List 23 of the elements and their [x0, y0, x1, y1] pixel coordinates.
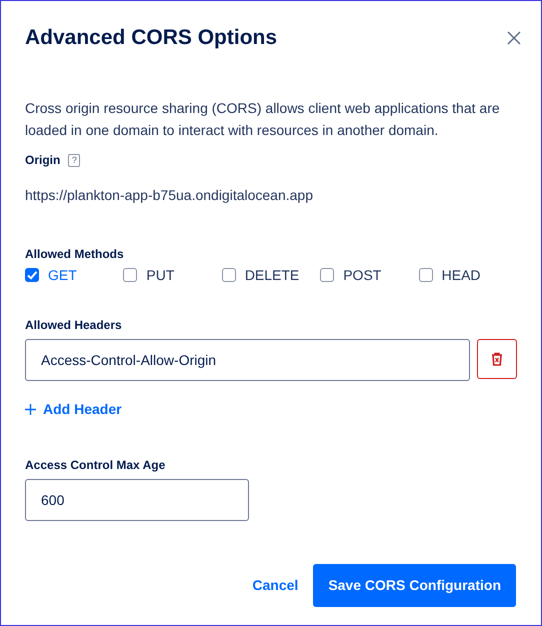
- allowed-headers-label: Allowed Headers: [25, 317, 123, 333]
- origin-value: https://plankton-app-b75ua.ondigitalocean.app: [25, 186, 314, 204]
- description-text: Cross origin resource sharing (CORS) allows client web applications that are loaded in one domain to interact with resources in another domain.: [25, 99, 501, 140]
- allowed-methods-label: Allowed Methods: [25, 246, 125, 262]
- method-checkbox[interactable]: PUT: [123, 266, 222, 284]
- max-age-label: Access Control Max Age: [25, 456, 166, 472]
- close-icon[interactable]: [507, 31, 521, 45]
- plus-icon: [25, 404, 36, 414]
- dialog-title: Advanced CORS Options: [25, 25, 278, 51]
- add-header-link[interactable]: Add Header: [25, 401, 122, 417]
- max-age-input[interactable]: 600: [25, 478, 249, 520]
- check-icon: [26, 269, 38, 281]
- origin-label: Origin: [25, 152, 60, 168]
- method-checkbox[interactable]: GET: [25, 266, 124, 284]
- header-input[interactable]: Access-Control-Allow-Origin: [25, 339, 470, 381]
- save-button[interactable]: Save CORS Configuration: [313, 564, 516, 606]
- method-checkbox[interactable]: POST: [320, 266, 419, 284]
- method-checkbox[interactable]: DELETE: [222, 266, 320, 284]
- cancel-button[interactable]: Cancel: [252, 573, 298, 597]
- method-checkbox[interactable]: HEAD: [418, 266, 518, 284]
- trash-icon: [491, 352, 504, 366]
- delete-button[interactable]: [477, 339, 517, 379]
- help-icon[interactable]: ?: [68, 154, 80, 166]
